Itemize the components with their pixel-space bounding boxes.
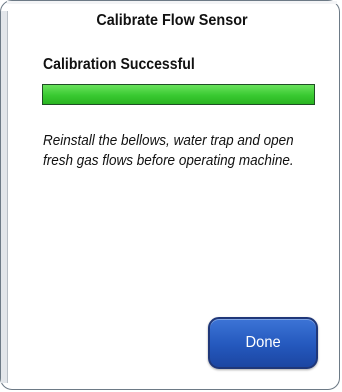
done-button[interactable]: Done bbox=[208, 317, 318, 369]
dialog-title: Calibrate Flow Sensor bbox=[96, 12, 248, 29]
dialog-side-frame bbox=[1, 11, 8, 383]
dialog-top-frame bbox=[7, 1, 337, 4]
calibration-progress-fill bbox=[43, 85, 314, 104]
done-button-label: Done bbox=[245, 334, 281, 351]
calibration-dialog: Calibrate Flow Sensor Calibration Succes… bbox=[0, 0, 340, 390]
calibration-status: Calibration Successful bbox=[43, 56, 195, 73]
instructions-text: Reinstall the bellows, water trap and op… bbox=[43, 132, 294, 169]
calibration-progress-bar bbox=[42, 84, 315, 105]
